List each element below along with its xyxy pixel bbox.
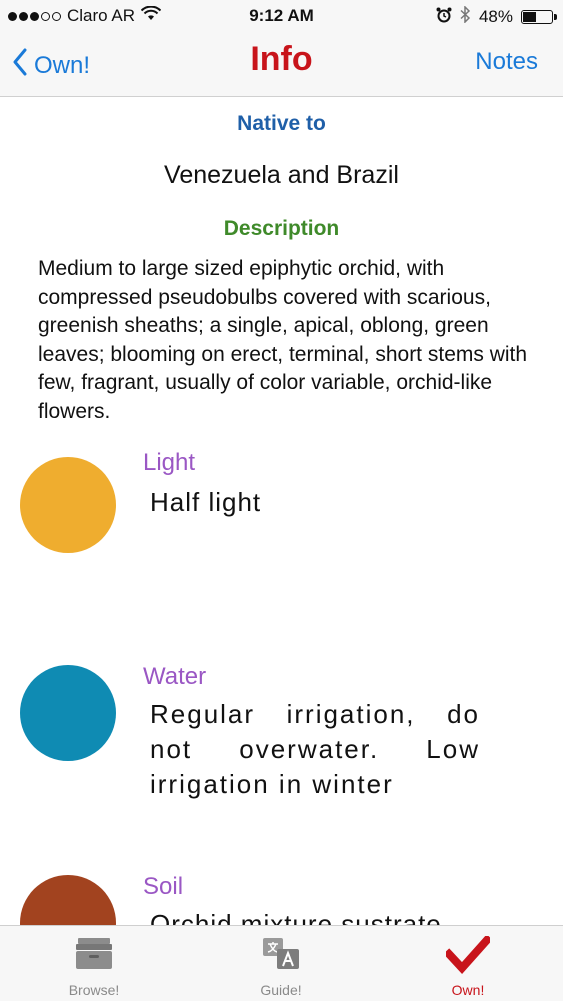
alarm-icon xyxy=(436,7,452,28)
water-value: Regular irrigation, do not overwater. Lo… xyxy=(150,699,480,799)
light-value: Half light xyxy=(150,487,262,517)
status-right: 48% xyxy=(436,5,557,28)
notes-button[interactable]: Notes xyxy=(475,48,538,76)
light-label: Light xyxy=(143,449,196,476)
checkmark-icon xyxy=(443,934,493,979)
tab-bar: Browse! Guide! Own! xyxy=(0,925,563,1001)
light-indicator-circle xyxy=(20,457,116,553)
water-indicator-circle xyxy=(20,665,116,761)
translate-icon xyxy=(261,936,301,975)
water-label: Water xyxy=(143,663,207,690)
tab-guide-label: Guide! xyxy=(260,982,302,998)
tab-own[interactable]: Own! xyxy=(398,926,538,1001)
native-heading: Native to xyxy=(237,112,326,135)
tab-own-label: Own! xyxy=(451,982,485,998)
navigation-bar: Own! Info Notes xyxy=(0,34,563,97)
tab-browse[interactable]: Browse! xyxy=(24,926,164,1001)
browse-box-icon xyxy=(74,936,114,975)
soil-label: Soil xyxy=(143,873,184,900)
native-value: Venezuela and Brazil xyxy=(164,161,399,189)
battery-percent: 48% xyxy=(478,7,513,26)
soil-value: Orchid mixture sustrate xyxy=(150,909,442,925)
description-heading: Description xyxy=(223,217,340,240)
soil-indicator-circle xyxy=(20,875,116,925)
info-content[interactable]: Native to Venezuela and Brazil Descripti… xyxy=(0,97,563,925)
status-bar: Claro AR 9:12 AM 48% xyxy=(0,0,563,34)
tab-browse-label: Browse! xyxy=(68,982,120,998)
description-text: Medium to large sized epiphytic orchid, … xyxy=(38,257,528,423)
battery-icon xyxy=(521,10,557,24)
battery-fill xyxy=(523,12,536,22)
tab-guide[interactable]: Guide! xyxy=(211,926,351,1001)
bluetooth-icon xyxy=(460,5,471,28)
